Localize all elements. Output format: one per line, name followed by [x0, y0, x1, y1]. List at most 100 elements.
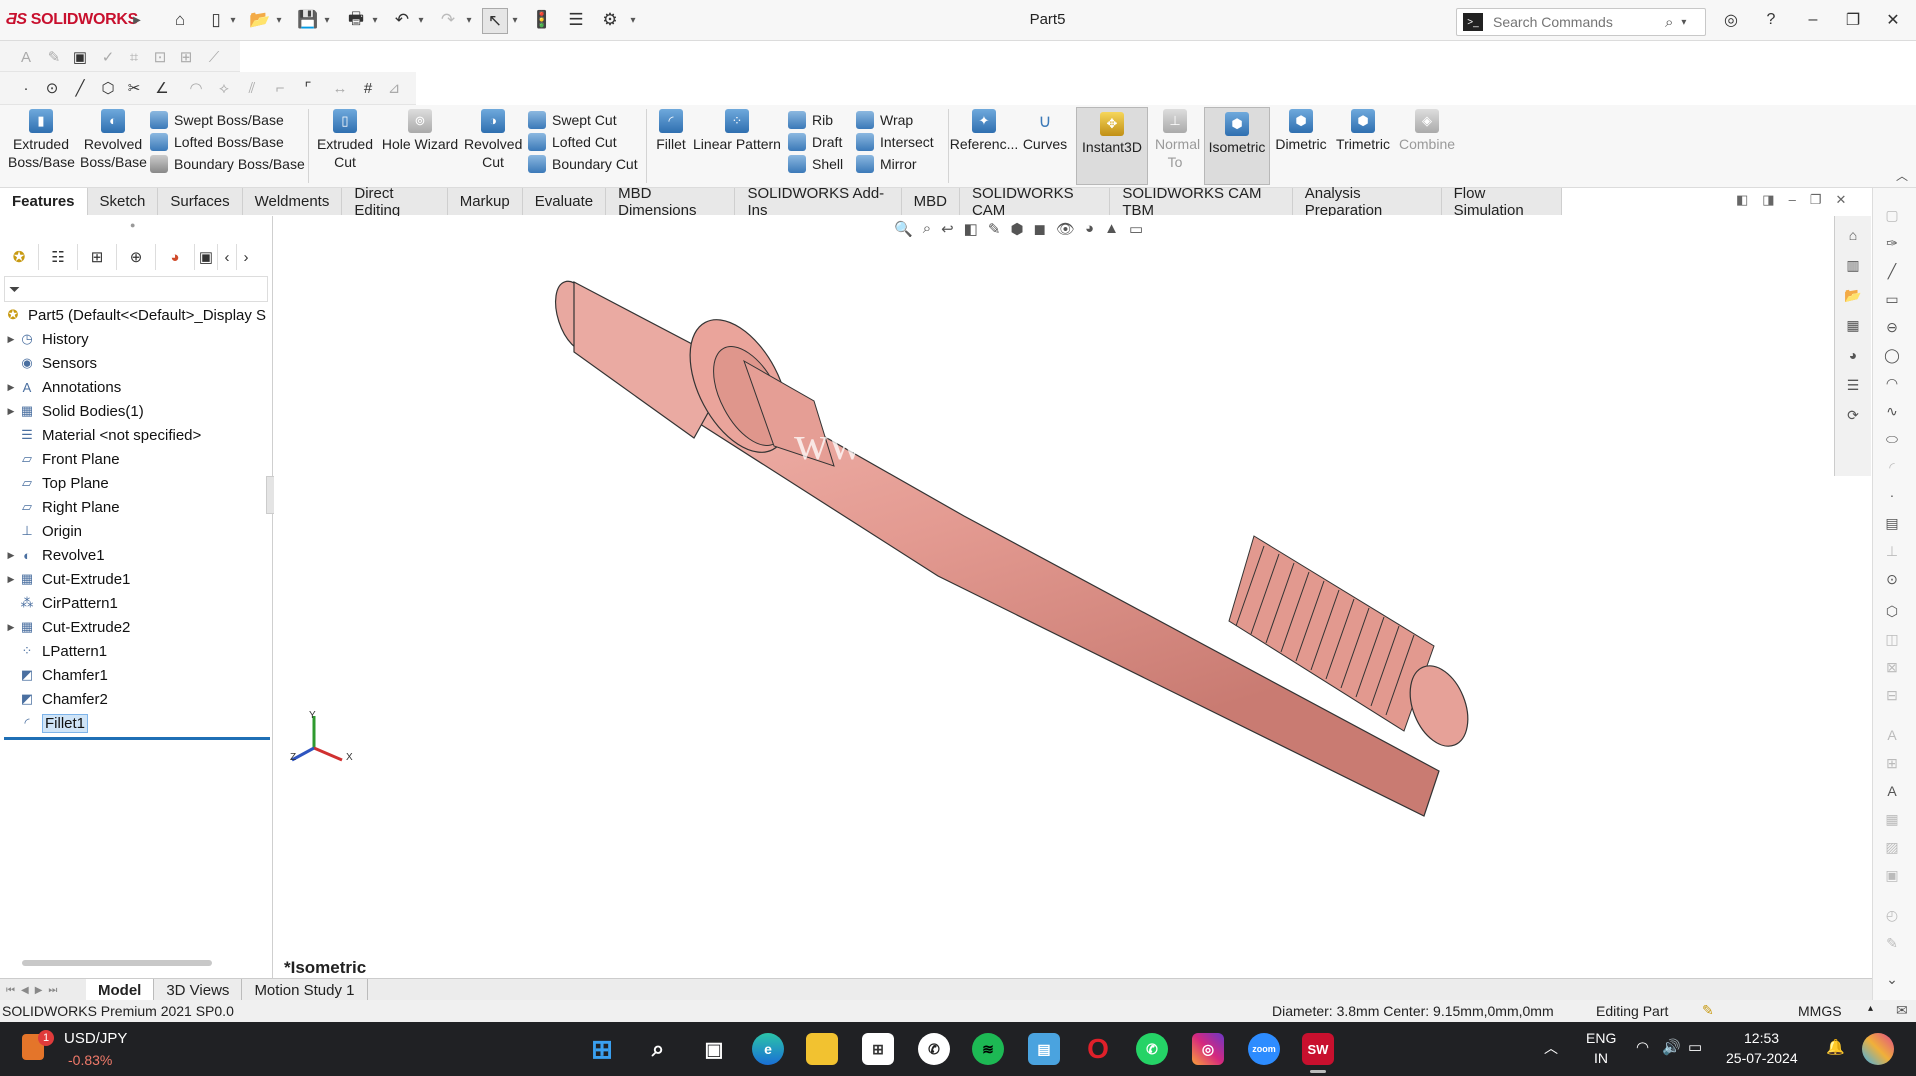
expand-icon[interactable]: ▶ [4, 382, 18, 393]
measure-icon[interactable]: ⊟ [1881, 684, 1903, 706]
rectangle-tool-icon[interactable]: ▭ [1881, 288, 1903, 310]
select-dropdown-icon[interactable]: ▾ [510, 14, 520, 26]
tab-solidworks-cam-tbm[interactable]: SOLIDWORKS CAM TBM [1110, 185, 1293, 219]
tree-item-front-plane[interactable]: ▱ Front Plane [4, 447, 270, 471]
rollback-bar[interactable] [4, 737, 270, 740]
tab-direct-editing[interactable]: Direct Editing [342, 185, 448, 219]
options-dropdown-icon[interactable]: ▾ [628, 14, 638, 26]
arc-icon[interactable]: ◠ [186, 78, 206, 98]
angle-icon[interactable]: ∠ [152, 78, 172, 98]
panel-handle-icon[interactable]: ● [130, 220, 135, 230]
construction-icon[interactable]: ⌜ [298, 78, 318, 98]
sketch-toolbar-icon-1[interactable]: ▢ [1881, 204, 1903, 226]
block-tool-icon[interactable]: ▣ [1881, 864, 1903, 886]
collapse-ribbon-icon[interactable]: ︿ [1896, 167, 1908, 184]
note-tool-icon[interactable]: A [1881, 724, 1903, 746]
restore-icon[interactable]: ❐ [1838, 8, 1868, 32]
clock-time[interactable]: 12:53 [1744, 1030, 1779, 1046]
boundary-boss-button[interactable]: Boundary Boss/Base [150, 153, 305, 175]
show-hidden-icons[interactable]: ︿ [1544, 1038, 1558, 1058]
expand-icon[interactable]: ▶ [4, 574, 18, 585]
history-tool-icon[interactable]: ◴ [1881, 904, 1903, 926]
units-dropdown-icon[interactable]: ▴ [1868, 1003, 1873, 1014]
save-dropdown-icon[interactable]: ▾ [322, 14, 332, 26]
doc-restore-icon[interactable]: ❐ [1810, 192, 1822, 208]
whatsapp-icon[interactable]: ✆ [1136, 1033, 1168, 1065]
tree-item-chamfer1[interactable]: ◩ Chamfer1 [4, 663, 270, 687]
corner-icon[interactable]: ⌐ [270, 78, 290, 98]
plane-tool-icon[interactable]: ⊥ [1881, 540, 1903, 562]
expand-icon[interactable]: ▶ [4, 622, 18, 633]
point-icon[interactable]: · [16, 78, 36, 98]
redo-dropdown-icon[interactable]: ▾ [464, 14, 474, 26]
account-icon[interactable]: ◎ [1716, 8, 1746, 32]
isometric-button[interactable]: ⬢ Isometric [1204, 107, 1270, 185]
cam-tab-icon[interactable]: ▣ [195, 244, 218, 270]
spline-tool-icon[interactable]: ∿ [1881, 400, 1903, 422]
tab-3d-views[interactable]: 3D Views [154, 979, 243, 1001]
offset-icon[interactable]: ⫽ [242, 78, 262, 98]
polygon-icon[interactable]: ⬡ [98, 78, 118, 98]
tree-item-lpattern1[interactable]: ⁘ LPattern1 [4, 639, 270, 663]
line-tool-icon[interactable]: ╱ [1881, 260, 1903, 282]
forum-icon[interactable]: ⟳ [1842, 404, 1864, 426]
expand-icon[interactable]: ▶ [4, 334, 18, 345]
datum-icon[interactable]: ⊡ [150, 47, 170, 67]
windows-start-icon[interactable]: ⊞ [586, 1033, 618, 1065]
display-manager-tab-icon[interactable]: ◕ [156, 244, 195, 270]
doc-close-icon[interactable]: ✕ [1835, 192, 1846, 208]
units-selector[interactable]: MMGS [1798, 1003, 1842, 1019]
boundary-cut-button[interactable]: Boundary Cut [528, 153, 638, 175]
last-tab-icon[interactable]: ⏭ [48, 985, 57, 996]
taskbar-search-icon[interactable]: ⌕ [642, 1033, 674, 1065]
whatsapp-light-icon[interactable]: ✆ [918, 1033, 950, 1065]
extruded-cut-button[interactable]: ▯ Extruded Cut [312, 109, 378, 171]
tree-item-history[interactable]: ▶ ◷ History [4, 327, 270, 351]
select-icon[interactable]: ↖ [482, 8, 508, 34]
instagram-icon[interactable]: ◎ [1192, 1033, 1224, 1065]
layers-icon[interactable]: ◫ [1881, 628, 1903, 650]
search-commands[interactable]: >_ ⌕ ▾ [1456, 8, 1706, 36]
text-tool-icon[interactable]: ▤ [1881, 512, 1903, 534]
lofted-cut-button[interactable]: Lofted Cut [528, 131, 638, 153]
smart-dimension-text-icon[interactable]: ▣ [70, 47, 90, 67]
tree-item-cut-extrude1[interactable]: ▶ ▦ Cut-Extrude1 [4, 567, 270, 591]
expand-icon[interactable]: ▶ [4, 550, 18, 561]
table-tool-icon[interactable]: ▦ [1881, 808, 1903, 830]
doc-minimize-icon[interactable]: – [1789, 192, 1796, 208]
dimension-tool-icon[interactable]: ⊞ [1881, 752, 1903, 774]
tree-item-cut-extrude2[interactable]: ▶ ▦ Cut-Extrude2 [4, 615, 270, 639]
weld-symbol-icon[interactable]: ⌗ [124, 47, 144, 67]
rebuild-status-icon[interactable]: ✎ [1702, 1002, 1714, 1019]
tab-scroll-controls[interactable]: ⏮ ◀ ▶ ⏭ [0, 979, 86, 1001]
balloon-icon[interactable]: ✎ [44, 47, 64, 67]
tree-root[interactable]: ✪ Part5 (Default<<Default>_Display S [4, 303, 270, 327]
copilot-icon[interactable] [1862, 1033, 1894, 1065]
tab-solidworks-cam[interactable]: SOLIDWORKS CAM [959, 185, 1111, 219]
tab-weldments[interactable]: Weldments [242, 188, 343, 215]
mate-icon[interactable]: ⊠ [1881, 656, 1903, 678]
task-view-icon[interactable]: ▣ [698, 1033, 730, 1065]
close-icon[interactable]: ✕ [1878, 8, 1908, 32]
spotify-icon[interactable]: ≋ [972, 1033, 1004, 1065]
undo-icon[interactable]: ↶ [390, 8, 414, 32]
tree-item-cirpattern1[interactable]: ⁂ CirPattern1 [4, 591, 270, 615]
mirror-button[interactable]: Mirror [856, 153, 934, 175]
tile-right-icon[interactable]: ◨ [1762, 192, 1774, 208]
annotation-tool-icon[interactable]: A [1881, 780, 1903, 802]
notepad-icon[interactable]: ▤ [1028, 1033, 1060, 1065]
view-palette-icon[interactable]: ▦ [1842, 314, 1864, 336]
print-icon[interactable]: 🖶 [344, 8, 368, 32]
point-tool-icon[interactable]: · [1881, 484, 1903, 506]
search-dropdown-icon[interactable]: ▾ [1681, 17, 1686, 28]
redo-icon[interactable]: ↷ [436, 8, 460, 32]
file-properties-icon[interactable]: ☰ [564, 8, 588, 32]
wrap-button[interactable]: Wrap [856, 109, 934, 131]
tree-item-material[interactable]: ☰ Material <not specified> [4, 423, 270, 447]
design-library-icon[interactable]: ▥ [1842, 254, 1864, 276]
rebuild-icon[interactable]: 🚦 [530, 8, 554, 32]
swept-boss-button[interactable]: Swept Boss/Base [150, 109, 305, 131]
appearances-icon[interactable]: ◕ [1842, 344, 1864, 366]
fillet-tool-icon[interactable]: ◜ [1881, 456, 1903, 478]
new-document-icon[interactable]: ▯ [204, 8, 228, 32]
